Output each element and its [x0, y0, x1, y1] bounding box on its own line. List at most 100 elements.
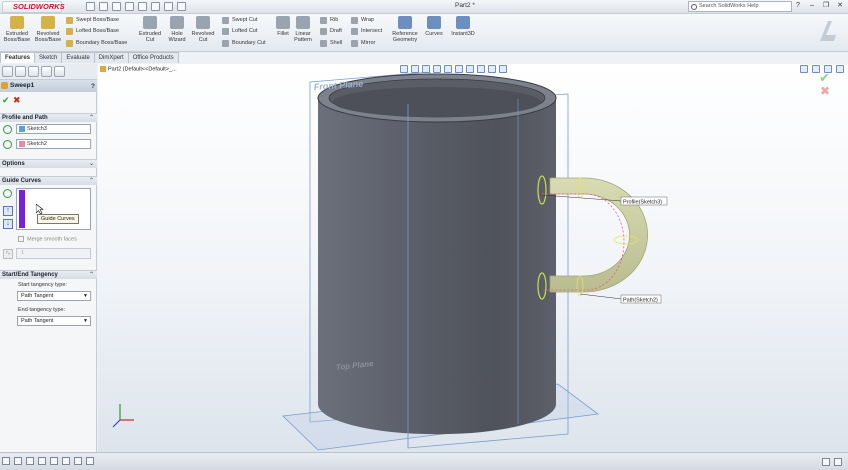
- mug-handle[interactable]: [549, 177, 648, 293]
- units-icon[interactable]: [834, 458, 842, 466]
- start-tangency-dropdown[interactable]: Path Tangent ▼: [17, 291, 91, 301]
- tab-office-products[interactable]: Office Products: [127, 52, 179, 63]
- solidworks-logo[interactable]: SOLIDWORKS: [2, 1, 65, 13]
- previous-icon[interactable]: [38, 457, 46, 465]
- tangency-section-header[interactable]: Start/End Tangency ⌃: [0, 270, 97, 279]
- collapse-chevron-icon[interactable]: ⌃: [89, 271, 94, 280]
- profile-selection-box[interactable]: Sketch3: [16, 124, 91, 134]
- button-label: Lofted Boss/Base: [76, 28, 120, 34]
- curves-button[interactable]: Curves: [419, 16, 449, 37]
- merge-smooth-faces-checkbox[interactable]: Merge smooth faces: [18, 236, 77, 242]
- reference-geometry-button[interactable]: Reference Geometry: [390, 16, 420, 43]
- tab-sketch[interactable]: Sketch: [34, 52, 63, 63]
- move-up-button[interactable]: ↑: [3, 206, 13, 216]
- rebuild-icon[interactable]: [164, 2, 173, 11]
- button-label: Rib: [330, 17, 339, 23]
- extrude-icon: [10, 16, 24, 29]
- swept-boss-button[interactable]: Swept Boss/Base: [66, 16, 119, 25]
- first-icon[interactable]: [26, 457, 34, 465]
- revolved-boss-button[interactable]: Revolved Boss/Base: [33, 16, 63, 43]
- instant3d-button[interactable]: Instant3D: [448, 16, 478, 37]
- tile-icon[interactable]: [86, 457, 94, 465]
- close-view-icon[interactable]: [836, 65, 844, 73]
- path-selection-box[interactable]: Sketch2: [16, 139, 91, 149]
- zoom-to-fit-icon[interactable]: [400, 65, 408, 73]
- revolved-cut-icon: [196, 16, 210, 29]
- move-down-button[interactable]: ↓: [3, 219, 13, 229]
- next-icon[interactable]: [50, 457, 58, 465]
- options-section-header[interactable]: Options ⌄: [0, 159, 97, 168]
- graphics-area[interactable]: Front Plane Top Plane Profile(Sketch3) P…: [98, 64, 848, 452]
- previous-view-icon[interactable]: [422, 65, 430, 73]
- tab-dimxpert[interactable]: DimXpert: [93, 52, 129, 63]
- feature-tree-icon[interactable]: [2, 66, 13, 77]
- rebuild-status-icon[interactable]: [822, 458, 830, 466]
- minimize-button[interactable]: –: [807, 1, 817, 11]
- boundary-boss-button[interactable]: Boundary Boss/Base: [66, 39, 127, 48]
- section-view-icon[interactable]: [433, 65, 441, 73]
- collapse-chevron-icon[interactable]: ⌃: [89, 114, 94, 123]
- end-tangency-dropdown[interactable]: Path Tangent ▼: [17, 316, 91, 326]
- swept-cut-button[interactable]: Swept Cut: [222, 16, 257, 25]
- feature-tree-root[interactable]: Part2 (Default<<Default>_...: [100, 66, 177, 72]
- undo-icon[interactable]: [138, 2, 147, 11]
- property-manager-icon[interactable]: [15, 66, 26, 77]
- layout-icon[interactable]: [74, 457, 82, 465]
- options-icon[interactable]: [177, 2, 186, 11]
- tab-features[interactable]: Features: [0, 52, 36, 63]
- last-icon[interactable]: [62, 457, 70, 465]
- rib-button[interactable]: Rib: [320, 16, 338, 25]
- tab-evaluate[interactable]: Evaluate: [61, 52, 95, 63]
- tree-root-label: Part2 (Default<<Default>_...: [108, 66, 177, 73]
- split-view-icon[interactable]: [800, 65, 808, 73]
- section-count-spinner[interactable]: 1: [16, 248, 91, 259]
- revolved-cut-button[interactable]: Revolved Cut: [188, 16, 218, 43]
- restore-button[interactable]: ❐: [821, 1, 831, 11]
- expand-chevron-icon[interactable]: ⌄: [89, 160, 94, 169]
- hide-show-icon[interactable]: [466, 65, 474, 73]
- lofted-boss-button[interactable]: Lofted Boss/Base: [66, 27, 119, 36]
- motion-study-icon[interactable]: [14, 457, 22, 465]
- zoom-area-icon[interactable]: [411, 65, 419, 73]
- help-icon[interactable]: ?: [793, 1, 803, 11]
- confirmation-cancel-icon[interactable]: ✖: [820, 84, 830, 98]
- boundary-cut-button[interactable]: Boundary Cut: [222, 39, 266, 48]
- draft-button[interactable]: Draft: [320, 27, 342, 36]
- section-title: Options: [2, 161, 25, 167]
- sweep-icon: [1, 82, 8, 89]
- configuration-manager-icon[interactable]: [28, 66, 39, 77]
- mug-body[interactable]: [318, 98, 556, 435]
- display-style-icon[interactable]: [455, 65, 463, 73]
- button-label: Boss/Base: [34, 37, 62, 43]
- model-tab-icon[interactable]: [2, 457, 10, 465]
- new-icon[interactable]: [86, 2, 95, 11]
- display-manager-icon[interactable]: [54, 66, 65, 77]
- save-icon[interactable]: [112, 2, 121, 11]
- dimxpert-manager-icon[interactable]: [41, 66, 52, 77]
- help-icon[interactable]: ?: [91, 81, 95, 93]
- view-orientation-icon[interactable]: [444, 65, 452, 73]
- section-title: Profile and Path: [2, 115, 48, 121]
- ok-button[interactable]: ✔: [2, 95, 10, 106]
- mirror-button[interactable]: Mirror: [351, 39, 375, 48]
- lofted-cut-button[interactable]: Lofted Cut: [222, 27, 257, 36]
- collapse-chevron-icon[interactable]: ⌃: [89, 177, 94, 186]
- shell-button[interactable]: Shell: [320, 39, 342, 48]
- intersect-button[interactable]: Intersect: [351, 27, 382, 36]
- linear-pattern-button[interactable]: Linear Pattern: [288, 16, 318, 43]
- edit-appearance-icon[interactable]: [477, 65, 485, 73]
- select-icon[interactable]: [151, 2, 160, 11]
- close-button[interactable]: ✕: [835, 1, 845, 11]
- profile-path-section-header[interactable]: Profile and Path ⌃: [0, 113, 97, 122]
- button-label: Swept Boss/Base: [76, 17, 120, 23]
- guide-curves-section-header[interactable]: Guide Curves ⌃: [0, 176, 97, 185]
- wrap-button[interactable]: Wrap: [351, 16, 374, 25]
- view-settings-icon[interactable]: [499, 65, 507, 73]
- extruded-cut-button[interactable]: Extruded Cut: [135, 16, 165, 43]
- cancel-button[interactable]: ✖: [13, 95, 21, 106]
- apply-scene-icon[interactable]: [488, 65, 496, 73]
- help-search-input[interactable]: Search SolidWorks Help: [688, 1, 792, 12]
- extruded-boss-button[interactable]: Extruded Boss/Base: [2, 16, 32, 43]
- print-icon[interactable]: [125, 2, 134, 11]
- open-icon[interactable]: [99, 2, 108, 11]
